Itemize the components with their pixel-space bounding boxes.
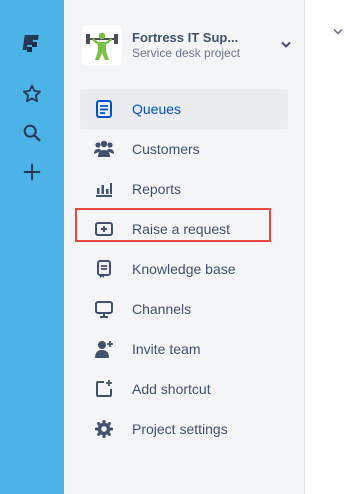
plus-icon[interactable] (16, 156, 48, 188)
weightlifter-icon (86, 32, 118, 60)
project-header[interactable]: Fortress IT Sup... Service desk project (82, 24, 294, 66)
jira-logo-icon[interactable] (16, 28, 48, 60)
knowledge-base-icon (92, 257, 116, 281)
nav-item-raise-request[interactable]: Raise a request (80, 209, 288, 249)
nav-item-customers[interactable]: Customers (80, 129, 288, 169)
project-type: Service desk project (132, 45, 241, 60)
nav-item-channels[interactable]: Channels (80, 289, 288, 329)
reports-icon (92, 177, 116, 201)
nav-item-label: Reports (132, 181, 182, 197)
nav-item-label: Channels (132, 301, 192, 317)
invite-team-icon (92, 337, 116, 361)
nav-item-add-shortcut[interactable]: Add shortcut (80, 369, 288, 409)
nav-item-label: Invite team (132, 341, 201, 357)
nav-item-reports[interactable]: Reports (80, 169, 288, 209)
chevron-down-icon[interactable] (332, 26, 344, 38)
add-shortcut-icon (92, 377, 116, 401)
project-sidebar: Fortress IT Sup... Service desk project … (64, 0, 305, 494)
global-nav-rail (0, 0, 64, 494)
raise-request-icon (92, 217, 116, 241)
customers-icon (92, 137, 116, 161)
nav-item-project-settings[interactable]: Project settings (80, 409, 288, 449)
star-icon[interactable] (16, 78, 48, 110)
search-icon[interactable] (16, 117, 48, 149)
nav-item-invite-team[interactable]: Invite team (80, 329, 288, 369)
nav-item-label: Queues (132, 101, 182, 117)
channels-icon (92, 297, 116, 321)
project-avatar (82, 25, 122, 65)
nav-item-knowledge-base[interactable]: Knowledge base (80, 249, 288, 289)
nav-item-label: Add shortcut (132, 381, 211, 397)
project-nav: Queues Customers Reports Raise a request… (80, 89, 288, 449)
gear-icon (92, 417, 116, 441)
queues-icon (92, 97, 116, 121)
nav-item-queues[interactable]: Queues (80, 89, 288, 129)
nav-item-label: Project settings (132, 421, 228, 437)
nav-item-label: Raise a request (132, 221, 231, 237)
project-name: Fortress IT Sup... (132, 29, 239, 45)
chevron-down-icon[interactable] (278, 37, 294, 53)
nav-item-label: Customers (132, 141, 200, 157)
nav-item-label: Knowledge base (132, 261, 236, 277)
